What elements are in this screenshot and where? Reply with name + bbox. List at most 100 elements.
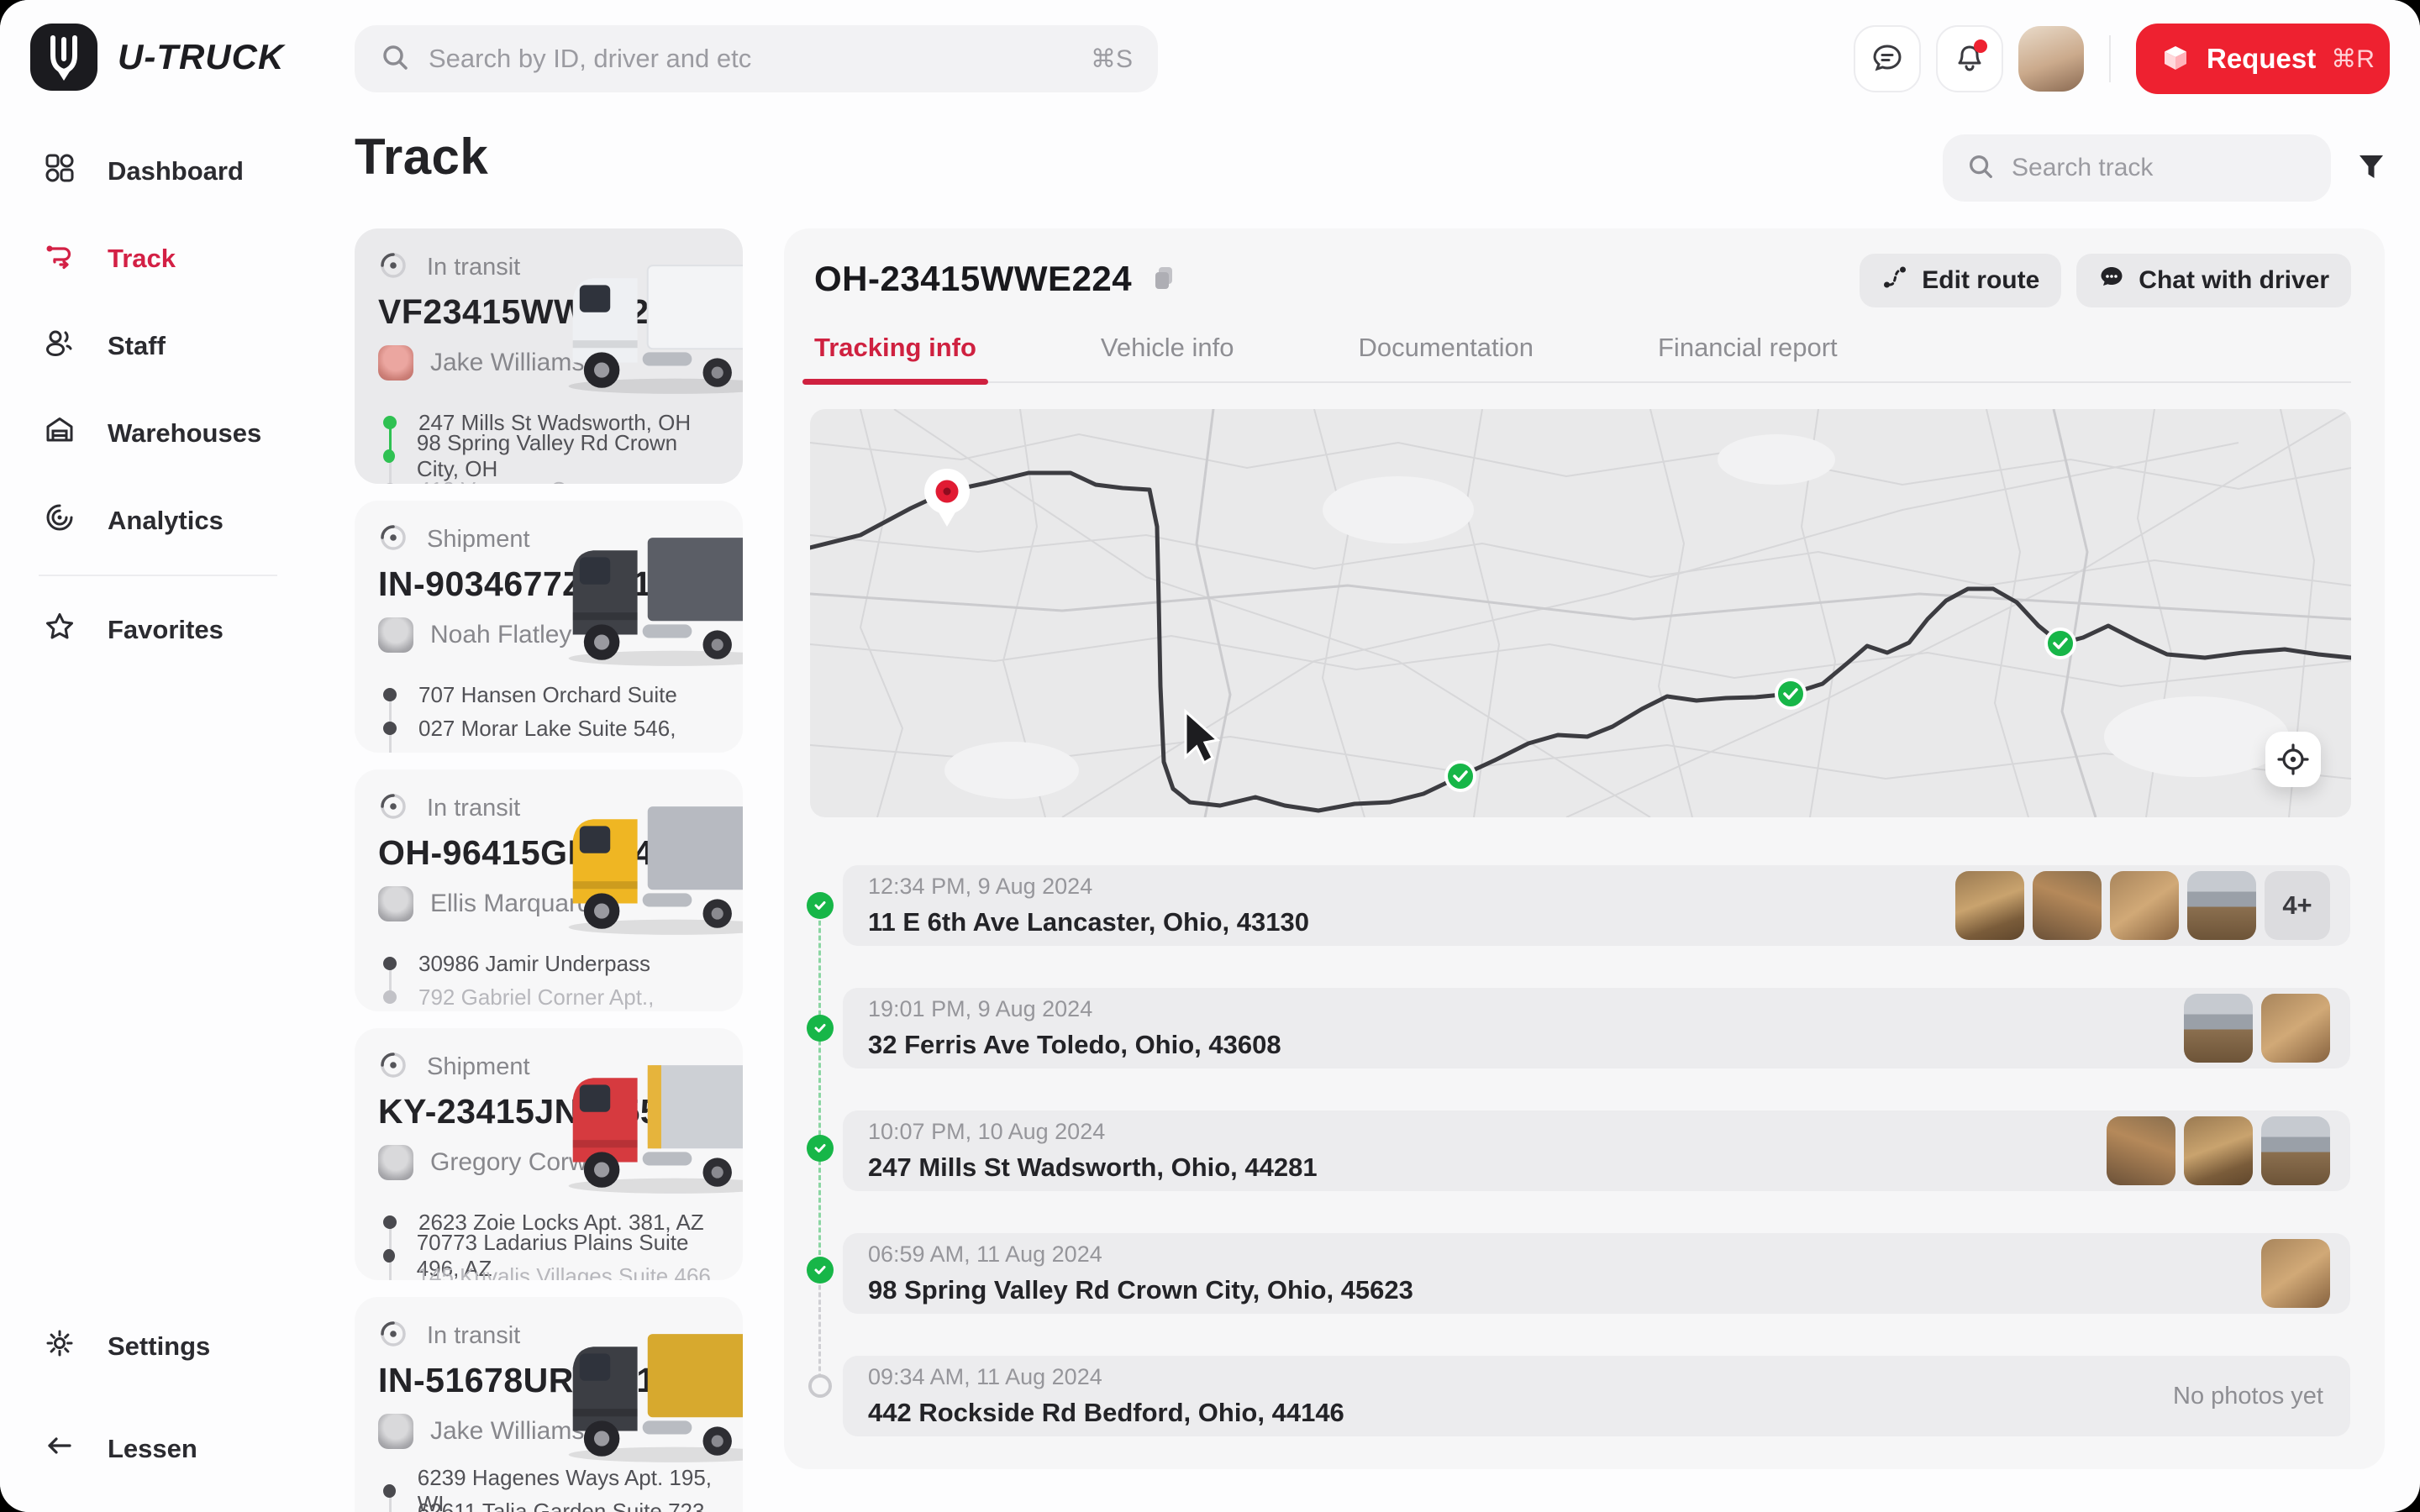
sidebar-item-label: Warehouses <box>108 418 261 449</box>
timeline-address: 98 Spring Valley Rd Crown City, Ohio, 45… <box>868 1275 1413 1305</box>
sidebar-collapse-label: Lessen <box>108 1434 197 1464</box>
checkpoint-done-icon <box>2046 629 2075 658</box>
stop-address: 027 Morar Lake Suite 546, <box>418 716 676 742</box>
no-photos-label: No photos yet <box>2173 1383 2330 1410</box>
stop-dot <box>383 688 397 701</box>
tab-documentation[interactable]: Documentation <box>1358 328 1534 381</box>
stop-dot <box>383 1484 396 1498</box>
topbar: U-TRUCK ⌘S <box>0 0 2420 118</box>
user-avatar[interactable] <box>2018 26 2084 92</box>
tab-tracking-info[interactable]: Tracking info <box>814 328 976 381</box>
shipment-card[interactable]: In transit IN-51678URE401 Jake Williamso… <box>355 1297 743 1512</box>
timeline-entry: 12:34 PM, 9 Aug 2024 11 E 6th Ave Lancas… <box>843 865 2350 946</box>
driver-avatar <box>378 345 413 381</box>
stop-address: 62611 Talia Garden Suite 723, WI <box>418 1499 719 1512</box>
timeline-time: 10:07 PM, 10 Aug 2024 <box>868 1119 1318 1145</box>
photo-thumbnail[interactable] <box>2033 871 2102 940</box>
topbar-divider <box>2109 35 2111 82</box>
shipment-status: Shipment <box>427 1053 530 1081</box>
stop-address: 792 Gabriel Corner Apt., <box>418 984 654 1011</box>
photo-thumbnail[interactable] <box>2110 871 2179 940</box>
global-search-input[interactable] <box>429 44 1072 74</box>
stop-dot <box>383 957 397 970</box>
shipment-card[interactable]: In transit VF23415WWE224 Jake Williamson… <box>355 228 743 484</box>
sidebar-bottom: Settings Lessen <box>0 1303 353 1493</box>
warehouse-icon <box>44 414 76 453</box>
status-ring-icon <box>378 1050 408 1084</box>
sidebar-item-label: Staff <box>108 331 166 361</box>
shipment-card[interactable]: Shipment IN-9034677ZFG154 Noah Flatley 7… <box>355 501 743 753</box>
u-truck-logo-icon <box>30 24 97 91</box>
chat-bubble-icon <box>2098 264 2125 297</box>
messages-button[interactable] <box>1854 25 1921 92</box>
edit-route-button[interactable]: Edit route <box>1860 254 2061 307</box>
sidebar-collapse[interactable]: Lessen <box>0 1405 353 1493</box>
locate-button[interactable] <box>2265 732 2321 787</box>
notification-badge <box>1974 39 1987 53</box>
sidebar-item-analytics[interactable]: Analytics <box>0 477 353 564</box>
timeline-check-icon <box>807 1135 834 1162</box>
search-icon <box>380 42 410 76</box>
tab-financial-report[interactable]: Financial report <box>1658 328 1838 381</box>
truck-image <box>546 257 743 402</box>
detail-title: OH-23415WWE224 <box>814 259 1132 299</box>
photo-thumbnail[interactable] <box>2261 994 2330 1063</box>
stop-dot <box>383 1249 395 1263</box>
shipment-card[interactable]: In transit OH-96415GFC145 Ellis Marquard… <box>355 769 743 1011</box>
sidebar-item-staff[interactable]: Staff <box>0 302 353 390</box>
shipment-status: Shipment <box>427 526 530 554</box>
photo-thumbnail[interactable] <box>2261 1239 2330 1308</box>
photo-thumbnail[interactable] <box>1955 871 2024 940</box>
stop-address: 707 Hansen Orchard Suite <box>418 682 677 708</box>
sidebar-item-favorites[interactable]: Favorites <box>0 586 353 674</box>
driver-avatar <box>378 1414 413 1449</box>
timeline-entry: 10:07 PM, 10 Aug 2024 247 Mills St Wadsw… <box>843 1110 2350 1191</box>
timeline: 12:34 PM, 9 Aug 2024 11 E 6th Ave Lancas… <box>843 865 2350 1478</box>
sidebar-item-settings[interactable]: Settings <box>0 1303 353 1390</box>
gear-icon <box>44 1327 76 1366</box>
timeline-time: 06:59 AM, 11 Aug 2024 <box>868 1242 1413 1268</box>
copy-icon[interactable] <box>1150 264 1177 295</box>
truck-image <box>546 529 743 674</box>
arrow-left-icon <box>44 1430 76 1468</box>
notifications-button[interactable] <box>1936 25 2003 92</box>
analytics-spiral-icon <box>44 501 76 540</box>
route-map[interactable] <box>810 409 2351 817</box>
shipment-status: In transit <box>427 795 520 822</box>
photo-thumbnail[interactable] <box>2261 1116 2330 1185</box>
photo-thumbnails <box>2107 1116 2330 1185</box>
track-search[interactable] <box>1943 134 2331 202</box>
more-photos-badge[interactable]: 4+ <box>2265 871 2330 940</box>
shipment-card[interactable]: Shipment KY-23415JNF155 Gregory Corwin 2… <box>355 1028 743 1280</box>
status-ring-icon <box>378 1319 408 1353</box>
sidebar-item-track[interactable]: Track <box>0 215 353 302</box>
chat-with-driver-button[interactable]: Chat with driver <box>2076 254 2351 307</box>
photo-thumbnail[interactable] <box>2184 1116 2253 1185</box>
stop-dot <box>383 1215 397 1229</box>
photo-thumbnail[interactable] <box>2184 994 2253 1063</box>
global-search[interactable]: ⌘S <box>355 25 1158 92</box>
detail-actions: Edit route Chat with driver <box>1860 254 2351 307</box>
request-button[interactable]: Request ⌘R <box>2136 24 2390 94</box>
driver-avatar <box>378 617 413 653</box>
search-icon <box>1966 152 1995 185</box>
shipment-detail-panel: OH-23415WWE224 Edit route Chat with driv… <box>784 228 2385 1469</box>
sidebar-item-warehouses[interactable]: Warehouses <box>0 390 353 477</box>
timeline-address: 11 E 6th Ave Lancaster, Ohio, 43130 <box>868 907 1309 937</box>
route-icon <box>44 239 76 278</box>
photo-thumbnails <box>2184 994 2330 1063</box>
app-window: U-TRUCK ⌘S <box>0 0 2420 1512</box>
track-search-input[interactable] <box>2012 154 2336 182</box>
timeline-time: 19:01 PM, 9 Aug 2024 <box>868 996 1281 1022</box>
filter-button[interactable] <box>2348 144 2395 192</box>
photo-thumbnail[interactable] <box>2107 1116 2175 1185</box>
sidebar-item-dashboard[interactable]: Dashboard <box>0 128 353 215</box>
timeline-time: 12:34 PM, 9 Aug 2024 <box>868 874 1309 900</box>
tab-vehicle-info[interactable]: Vehicle info <box>1101 328 1234 381</box>
sidebar-item-label: Settings <box>108 1331 210 1362</box>
stops-list: 2623 Zoie Locks Apt. 381, AZ 70773 Ladar… <box>378 1205 719 1280</box>
timeline-entry: 09:34 AM, 11 Aug 2024 442 Rockside Rd Be… <box>843 1356 2350 1436</box>
truck-image <box>546 1326 743 1470</box>
photo-thumbnail[interactable] <box>2187 871 2256 940</box>
stops-list: 6239 Hagenes Ways Apt. 195, WI 62611 Tal… <box>378 1474 719 1512</box>
